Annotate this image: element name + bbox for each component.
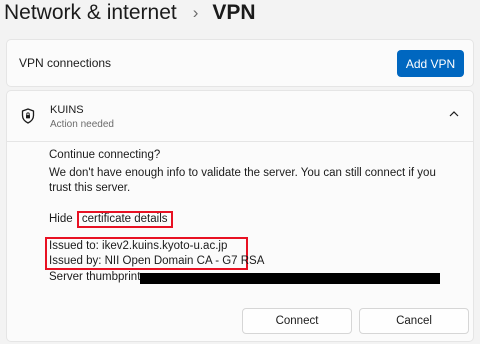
- server-info-message: We don't have enough info to validate th…: [49, 167, 436, 194]
- thumbprint-redaction: [140, 273, 440, 284]
- hide-certificate-row: Hide certificate details: [49, 211, 173, 228]
- breadcrumb-network-internet[interactable]: Network & internet: [4, 1, 177, 25]
- hide-label[interactable]: Hide: [49, 213, 73, 225]
- issued-to: Issued to: ikev2.kuins.kyoto-u.ac.jp: [49, 240, 228, 252]
- vpn-connections-card: VPN connections Add VPN: [6, 39, 474, 87]
- cancel-button[interactable]: Cancel: [359, 308, 469, 334]
- breadcrumb: Network & internet › VPN: [4, 0, 256, 30]
- chevron-up-icon[interactable]: [449, 110, 459, 117]
- certificate-details-link[interactable]: certificate details: [76, 211, 173, 228]
- shield-icon: [21, 108, 35, 124]
- continue-prompt: Continue connecting?: [49, 149, 161, 161]
- vpn-status: Action needed: [50, 119, 114, 130]
- vpn-connection-card: KUINS Action needed Continue connecting?…: [6, 90, 474, 342]
- breadcrumb-separator: ›: [192, 3, 199, 22]
- vpn-connections-label: VPN connections: [19, 56, 112, 70]
- vpn-name: KUINS: [50, 104, 84, 116]
- issued-by: Issued by: NII Open Domain CA - G7 RSA: [49, 255, 265, 267]
- add-vpn-button[interactable]: Add VPN: [397, 50, 464, 77]
- connect-button[interactable]: Connect: [242, 308, 352, 334]
- vpn-connection-header[interactable]: KUINS Action needed: [7, 91, 473, 142]
- page-title: VPN: [212, 1, 256, 24]
- settings-page: Network & internet › VPN VPN connections…: [0, 0, 480, 344]
- server-thumbprint-label: Server thumbprint:: [49, 271, 144, 283]
